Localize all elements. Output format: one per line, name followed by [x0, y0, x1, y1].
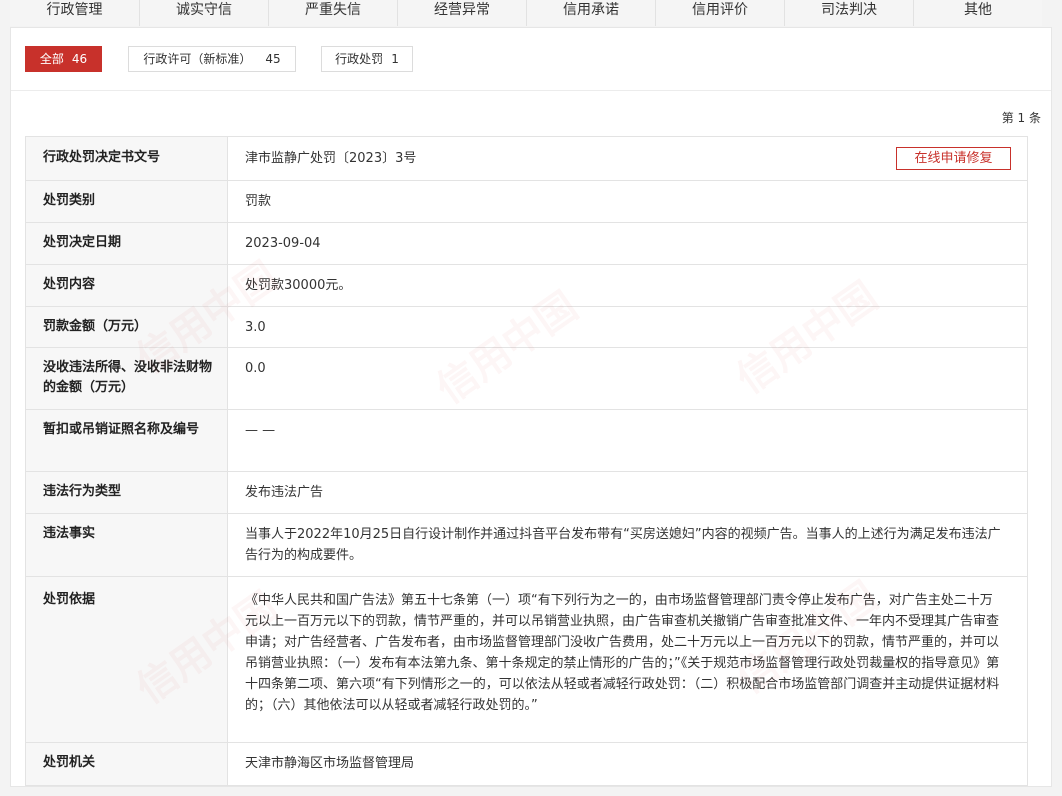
field-label: 处罚决定日期 — [26, 223, 228, 264]
filter-all-label: 全部 — [39, 52, 64, 66]
table-row: 暂扣或吊销证照名称及编号 — — — [26, 410, 1027, 472]
table-row: 处罚依据 《中华人民共和国广告法》第五十七条第（一）项“有下列行为之一的，由市场… — [26, 577, 1027, 743]
field-label: 暂扣或吊销证照名称及编号 — [26, 410, 228, 471]
tab-administrative[interactable]: 行政管理 — [10, 0, 140, 26]
field-label: 违法行为类型 — [26, 472, 228, 513]
field-value: 天津市静海区市场监督管理局 — [245, 756, 415, 771]
field-value: — — — [245, 423, 276, 438]
tab-serious-dishonesty[interactable]: 严重失信 — [269, 0, 398, 26]
field-label: 处罚内容 — [26, 265, 228, 306]
tab-honesty[interactable]: 诚实守信 — [140, 0, 269, 26]
field-value: 罚款 — [245, 194, 272, 209]
tab-other[interactable]: 其他 — [914, 0, 1042, 26]
field-label: 罚款金额（万元） — [26, 307, 228, 347]
tab-business-abnormal[interactable]: 经营异常 — [398, 0, 527, 26]
field-label: 处罚机关 — [26, 743, 228, 785]
field-label: 违法事实 — [26, 514, 228, 576]
table-row: 违法事实 当事人于2022年10月25日自行设计制作并通过抖音平台发布带有“买房… — [26, 514, 1027, 577]
field-value: 《中华人民共和国广告法》第五十七条第（一）项“有下列行为之一的，由市场监督管理部… — [245, 593, 1000, 713]
field-label: 没收违法所得、没收非法财物的金额（万元） — [26, 348, 228, 409]
field-label: 行政处罚决定书文号 — [26, 137, 228, 180]
filter-penalty-label: 行政处罚 — [335, 52, 384, 66]
penalty-record-table: 行政处罚决定书文号 津市监静广处罚〔2023〕3号 在线申请修复 处罚类别 罚款… — [25, 136, 1028, 786]
table-row: 行政处罚决定书文号 津市监静广处罚〔2023〕3号 在线申请修复 — [26, 137, 1027, 181]
online-repair-button[interactable]: 在线申请修复 — [896, 147, 1011, 170]
filter-all-chip[interactable]: 全部 46 — [25, 46, 102, 72]
table-row: 处罚机关 天津市静海区市场监督管理局 — [26, 743, 1027, 785]
filter-penalty-count: 1 — [391, 52, 399, 66]
field-value: 处罚款30000元。 — [245, 278, 352, 293]
field-value: 发布违法广告 — [245, 485, 324, 500]
field-value: 当事人于2022年10月25日自行设计制作并通过抖音平台发布带有“买房送媳妇”内… — [245, 527, 1001, 563]
tab-credit-commitment[interactable]: 信用承诺 — [527, 0, 656, 26]
divider — [11, 90, 1051, 91]
record-counter: 第 1 条 — [1001, 111, 1041, 125]
filter-license-label: 行政许可（新标准） — [143, 52, 252, 66]
field-label: 处罚依据 — [26, 577, 228, 742]
filter-all-count: 46 — [71, 52, 88, 66]
table-row: 违法行为类型 发布违法广告 — [26, 472, 1027, 514]
filter-license-count: 45 — [265, 52, 281, 66]
tab-credit-evaluation[interactable]: 信用评价 — [656, 0, 785, 26]
field-label: 处罚类别 — [26, 181, 228, 222]
table-row: 罚款金额（万元） 3.0 — [26, 307, 1027, 348]
field-value: 3.0 — [245, 320, 266, 335]
field-value: 津市监静广处罚〔2023〕3号 在线申请修复 — [228, 137, 1027, 180]
field-value: 2023-09-04 — [245, 236, 321, 251]
table-row: 处罚决定日期 2023-09-04 — [26, 223, 1027, 265]
decision-number-value: 津市监静广处罚〔2023〕3号 — [245, 151, 417, 166]
table-row: 处罚内容 处罚款30000元。 — [26, 265, 1027, 307]
tab-judicial[interactable]: 司法判决 — [785, 0, 914, 26]
filter-penalty-chip[interactable]: 行政处罚 1 — [321, 46, 413, 72]
table-row: 处罚类别 罚款 — [26, 181, 1027, 223]
table-row: 没收违法所得、没收非法财物的金额（万元） 0.0 — [26, 348, 1027, 410]
filter-license-chip[interactable]: 行政许可（新标准） 45 — [128, 46, 296, 72]
content-panel: 全部 46 行政许可（新标准） 45 行政处罚 1 第 1 条 行政处罚决定书文号 津… — [10, 27, 1052, 787]
field-value: 0.0 — [245, 361, 266, 376]
category-tab-bar: 行政管理 诚实守信 严重失信 经营异常 信用承诺 信用评价 司法判决 其他 — [10, 0, 1062, 26]
